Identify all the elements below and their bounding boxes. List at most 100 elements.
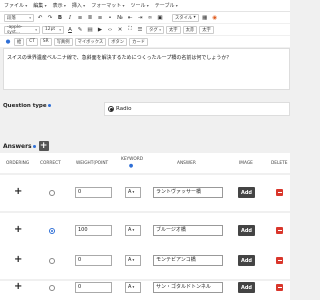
delete-icon[interactable] xyxy=(276,227,283,234)
menu-table[interactable]: テーブル xyxy=(155,2,178,9)
font-size-select[interactable]: 12pt xyxy=(42,25,64,34)
drag-handle-icon[interactable]: + xyxy=(14,255,22,265)
italic-icon[interactable]: I xyxy=(66,14,74,22)
question-type-field[interactable]: Radio xyxy=(104,102,290,116)
weight-input[interactable]: 0 xyxy=(75,282,112,293)
question-type-label: Question type xyxy=(3,103,51,109)
delete-icon[interactable] xyxy=(276,284,283,291)
highlight-icon[interactable]: ✎ xyxy=(76,26,84,34)
answers-info-icon[interactable] xyxy=(32,144,36,148)
bold-icon[interactable]: B xyxy=(56,14,64,22)
col-delete: DELETE xyxy=(271,161,288,166)
question-editor[interactable]: スイスの世界遺産ベルニナ線で、急斜面を解決するためにつくったループ橋の名前は何で… xyxy=(3,48,290,90)
answers-table-header: ORDERING CORRECT WEIGHT(POINT KEYWORD ● … xyxy=(0,153,290,173)
align-center-icon[interactable]: ≣ xyxy=(86,14,94,22)
underline-icon[interactable]: A xyxy=(66,26,74,34)
align-left-icon[interactable]: ≡ xyxy=(76,14,84,22)
grid-icon[interactable]: ▦ xyxy=(201,14,209,22)
weight-input[interactable]: 100 xyxy=(75,225,112,236)
clear-format-icon[interactable]: ✕ xyxy=(116,26,124,34)
fullscreen-icon[interactable]: ⛶ xyxy=(126,26,134,34)
sr-button[interactable]: SR xyxy=(39,37,52,46)
add-answer-button[interactable]: + xyxy=(38,141,49,151)
menu-edit[interactable]: 編集 xyxy=(33,2,46,9)
add-image-button[interactable]: Add xyxy=(238,225,255,236)
media-icon[interactable]: ▶ xyxy=(96,26,104,34)
source-code-icon[interactable]: ☰ xyxy=(136,26,144,34)
correct-radio[interactable] xyxy=(49,190,55,196)
tag-select-value: タグ xyxy=(149,27,158,33)
drag-handle-icon[interactable]: + xyxy=(14,225,22,235)
bullet-list-icon[interactable]: • xyxy=(106,14,114,22)
table-icon[interactable]: ▤ xyxy=(86,26,94,34)
undo-icon[interactable]: ↶ xyxy=(36,14,44,22)
keyword-select[interactable]: A xyxy=(125,187,141,198)
button-button[interactable]: ボタン xyxy=(108,37,128,46)
keyword-select[interactable]: A xyxy=(125,225,141,236)
weight-input[interactable]: 0 xyxy=(75,187,112,198)
my-box-label: マイボックス xyxy=(77,39,104,45)
answer-input[interactable]: モンテビアンコ橋 xyxy=(153,255,223,266)
style-button[interactable]: スタイル ▾ xyxy=(172,13,199,22)
card-button[interactable]: カード xyxy=(129,37,148,46)
keyword-info-icon[interactable]: ● xyxy=(121,163,141,169)
toolbar-row-3: ● 絵 CT SR 写真例 マイボックス ボタン カード xyxy=(0,36,290,47)
picture-button-label: 絵 xyxy=(17,39,22,45)
menu-insert[interactable]: 挿入 xyxy=(72,2,85,9)
image-icon[interactable]: ▣ xyxy=(156,14,164,22)
numbered-list-icon[interactable]: № xyxy=(116,14,124,22)
outdent-icon[interactable]: ⇤ xyxy=(126,14,134,22)
add-image-button[interactable]: Add xyxy=(238,255,255,266)
keyword-select[interactable]: A xyxy=(125,282,141,293)
picture-button[interactable]: 絵 xyxy=(14,37,25,46)
custom-icon[interactable]: ● xyxy=(4,38,12,46)
answer-input[interactable]: サン・ゴタルドトンネル xyxy=(153,282,223,293)
keyword-select[interactable]: A xyxy=(125,255,141,266)
format-select[interactable]: 段落 xyxy=(4,13,34,22)
font-family-value: -apple-syst... xyxy=(7,24,23,35)
radio-selected-icon[interactable] xyxy=(108,106,114,112)
correct-radio[interactable] xyxy=(49,258,55,264)
weight-input[interactable]: 0 xyxy=(75,255,112,266)
col-answer: ANSWER xyxy=(177,161,196,166)
answer-input[interactable]: ブルージオ橋 xyxy=(153,225,223,236)
menu-file[interactable]: ファイル xyxy=(4,2,27,9)
drag-handle-icon[interactable]: + xyxy=(14,187,22,197)
indent-icon[interactable]: ⇥ xyxy=(136,14,144,22)
question-type-value: Radio xyxy=(116,106,132,112)
photo-example-button[interactable]: 写真例 xyxy=(53,37,73,46)
tag-select[interactable]: タグ xyxy=(146,25,164,34)
col-correct: CORRECT xyxy=(40,161,61,166)
bold-button[interactable]: 太字 xyxy=(166,25,181,34)
code-icon[interactable]: ‹› xyxy=(106,26,114,34)
delete-icon[interactable] xyxy=(276,257,283,264)
bold-alt-button[interactable]: 太字 xyxy=(199,25,214,34)
add-image-button[interactable]: Add xyxy=(238,282,255,293)
answer-input[interactable]: ラントヴァッサー橋 xyxy=(153,187,223,198)
redo-icon[interactable]: ↷ xyxy=(46,14,54,22)
font-family-select[interactable]: -apple-syst... xyxy=(4,24,40,35)
menu-format[interactable]: フォーマット xyxy=(91,2,124,9)
ct-button[interactable]: CT xyxy=(26,37,38,46)
col-weight: WEIGHT(POINT xyxy=(76,161,109,166)
correct-radio[interactable] xyxy=(49,285,55,291)
question-type-label-text: Question type xyxy=(3,103,47,109)
delete-icon[interactable] xyxy=(276,189,283,196)
menu-tools[interactable]: ツール xyxy=(130,2,148,9)
style-button-label: スタイル xyxy=(175,15,193,21)
info-icon[interactable] xyxy=(47,104,51,107)
ct-button-label: CT xyxy=(29,39,35,44)
correct-radio[interactable] xyxy=(49,228,55,234)
drag-handle-icon[interactable]: + xyxy=(14,282,22,292)
link-icon[interactable]: ∞ xyxy=(146,14,154,22)
sr-button-label: SR xyxy=(42,39,49,44)
align-right-icon[interactable]: ≡ xyxy=(96,14,104,22)
card-button-label: カード xyxy=(132,39,145,45)
add-image-button[interactable]: Add xyxy=(238,187,255,198)
format-select-value: 段落 xyxy=(7,15,16,21)
menu-view[interactable]: 表示 xyxy=(53,2,66,9)
col-image: IMAGE xyxy=(239,161,253,166)
bold-red-button[interactable]: 太赤 xyxy=(182,25,198,34)
record-icon[interactable]: ◉ xyxy=(211,14,219,22)
my-box-button[interactable]: マイボックス xyxy=(74,37,107,46)
